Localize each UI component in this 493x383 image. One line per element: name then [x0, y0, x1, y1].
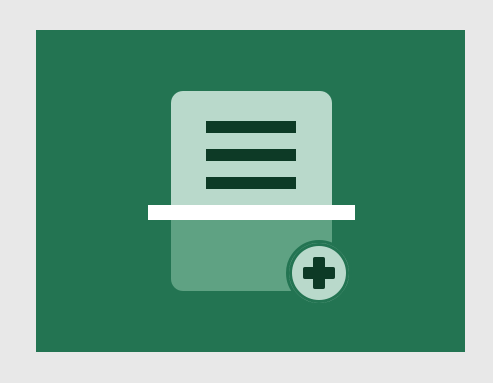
scan-line-icon [148, 205, 355, 220]
text-line-1 [206, 121, 296, 133]
icon-frame [0, 0, 493, 383]
add-button[interactable] [286, 240, 352, 306]
plus-icon [303, 257, 335, 289]
text-line-2 [206, 149, 296, 161]
text-line-3 [206, 177, 296, 189]
